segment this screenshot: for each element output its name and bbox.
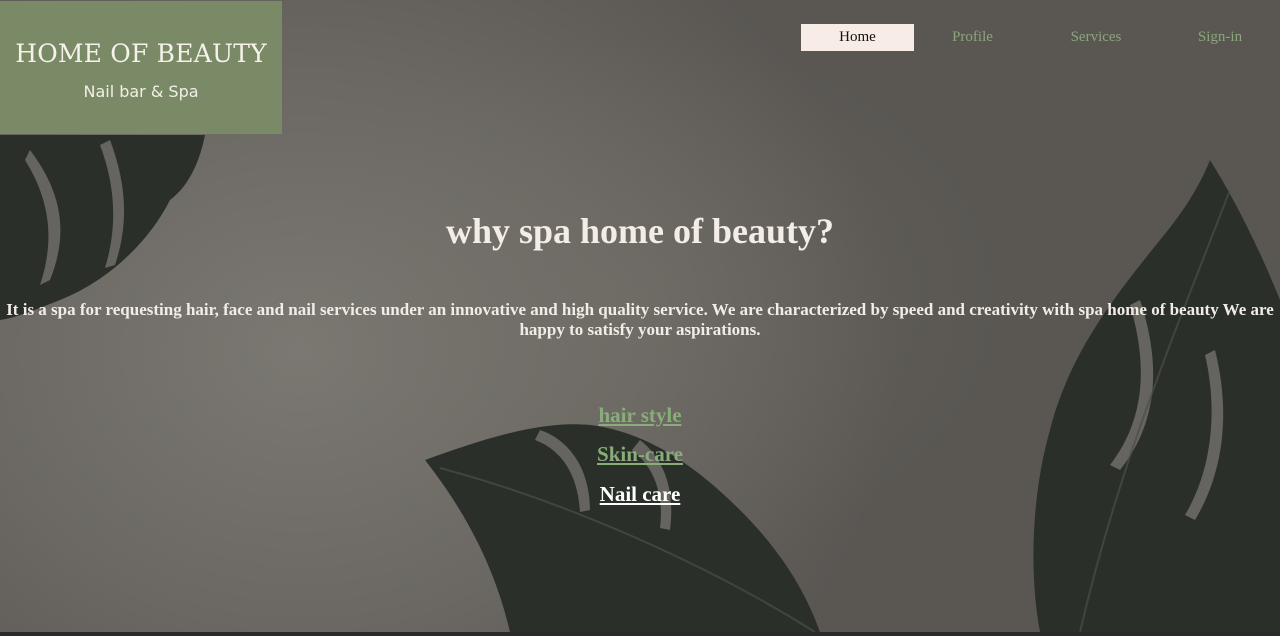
- brand-subtitle: Nail bar & Spa: [83, 82, 199, 101]
- nail-care-link[interactable]: Nail care: [0, 482, 1280, 507]
- skin-care-link[interactable]: Skin-care: [0, 442, 1280, 467]
- hero-description: It is a spa for requesting hair, face an…: [6, 300, 1274, 339]
- page-background: HOME OF BEAUTY Nail bar & Spa Home Profi…: [0, 0, 1280, 632]
- brand-title: HOME OF BEAUTY: [15, 39, 267, 68]
- nav-signin-link[interactable]: Sign-in: [1171, 24, 1269, 51]
- hair-style-link[interactable]: hair style: [0, 403, 1280, 428]
- hero-heading: why spa home of beauty?: [445, 211, 835, 251]
- window-bottom-edge: [0, 632, 1280, 636]
- brand-logo-panel: HOME OF BEAUTY Nail bar & Spa: [0, 1, 282, 134]
- nav-services-link[interactable]: Services: [1041, 24, 1151, 51]
- nav-home-link[interactable]: Home: [801, 24, 914, 51]
- nav-profile-link[interactable]: Profile: [921, 24, 1024, 51]
